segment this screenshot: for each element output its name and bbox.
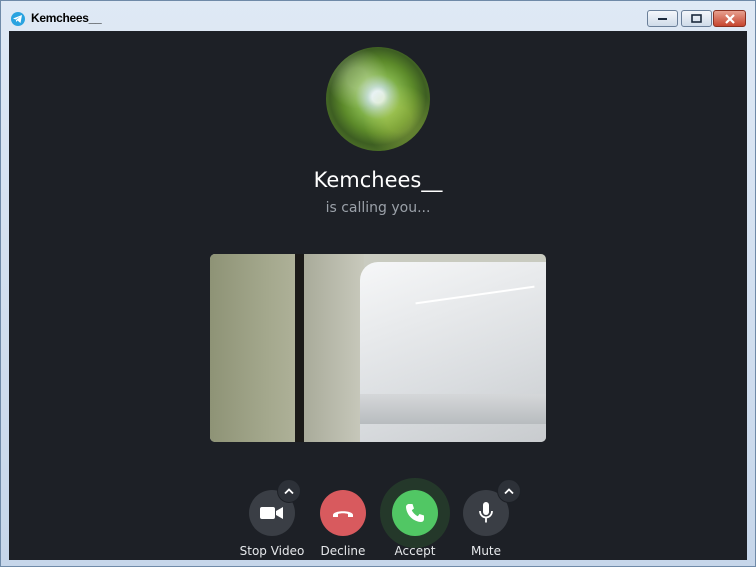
close-button[interactable] xyxy=(713,10,746,27)
stop-video-control: Stop Video xyxy=(232,476,312,560)
telegram-icon xyxy=(11,12,25,26)
caller-name: Kemchees__ xyxy=(313,168,443,192)
video-camera-icon xyxy=(260,507,283,519)
accept-button[interactable] xyxy=(392,490,438,536)
video-door xyxy=(304,254,364,442)
video-frame-edge xyxy=(295,254,304,442)
call-status: is calling you... xyxy=(325,200,431,216)
mute-label: Mute xyxy=(470,544,502,558)
microphone-icon xyxy=(479,502,493,523)
call-controls: Stop Video Decline Accept Mute xyxy=(9,476,747,560)
chevron-up-icon xyxy=(504,488,514,495)
close-icon xyxy=(724,13,735,24)
decline-control: Decline xyxy=(303,476,383,560)
phone-icon xyxy=(406,504,424,522)
chevron-up-icon xyxy=(284,488,294,495)
video-car-lower xyxy=(360,394,546,424)
window-title: Kemchees__ xyxy=(31,11,102,25)
minimize-icon xyxy=(657,17,667,20)
call-window: Kemchees__ Kemchees__ is calling you... xyxy=(0,0,756,567)
decline-label: Decline xyxy=(320,544,366,558)
phone-hangup-icon xyxy=(333,511,353,517)
mute-control: Mute xyxy=(446,476,526,560)
call-panel: Kemchees__ is calling you... Stop Video … xyxy=(9,31,747,560)
accept-label: Accept xyxy=(394,544,436,558)
maximize-icon xyxy=(690,13,702,23)
title-bar[interactable]: Kemchees__ xyxy=(1,1,755,31)
accept-control: Accept xyxy=(375,476,455,560)
video-preview xyxy=(210,254,546,442)
audio-options-button[interactable] xyxy=(497,479,521,503)
video-options-button[interactable] xyxy=(277,479,301,503)
decline-button[interactable] xyxy=(320,490,366,536)
minimize-button[interactable] xyxy=(647,10,678,27)
avatar xyxy=(326,47,430,151)
maximize-button[interactable] xyxy=(681,10,712,27)
stop-video-label: Stop Video xyxy=(239,544,305,558)
